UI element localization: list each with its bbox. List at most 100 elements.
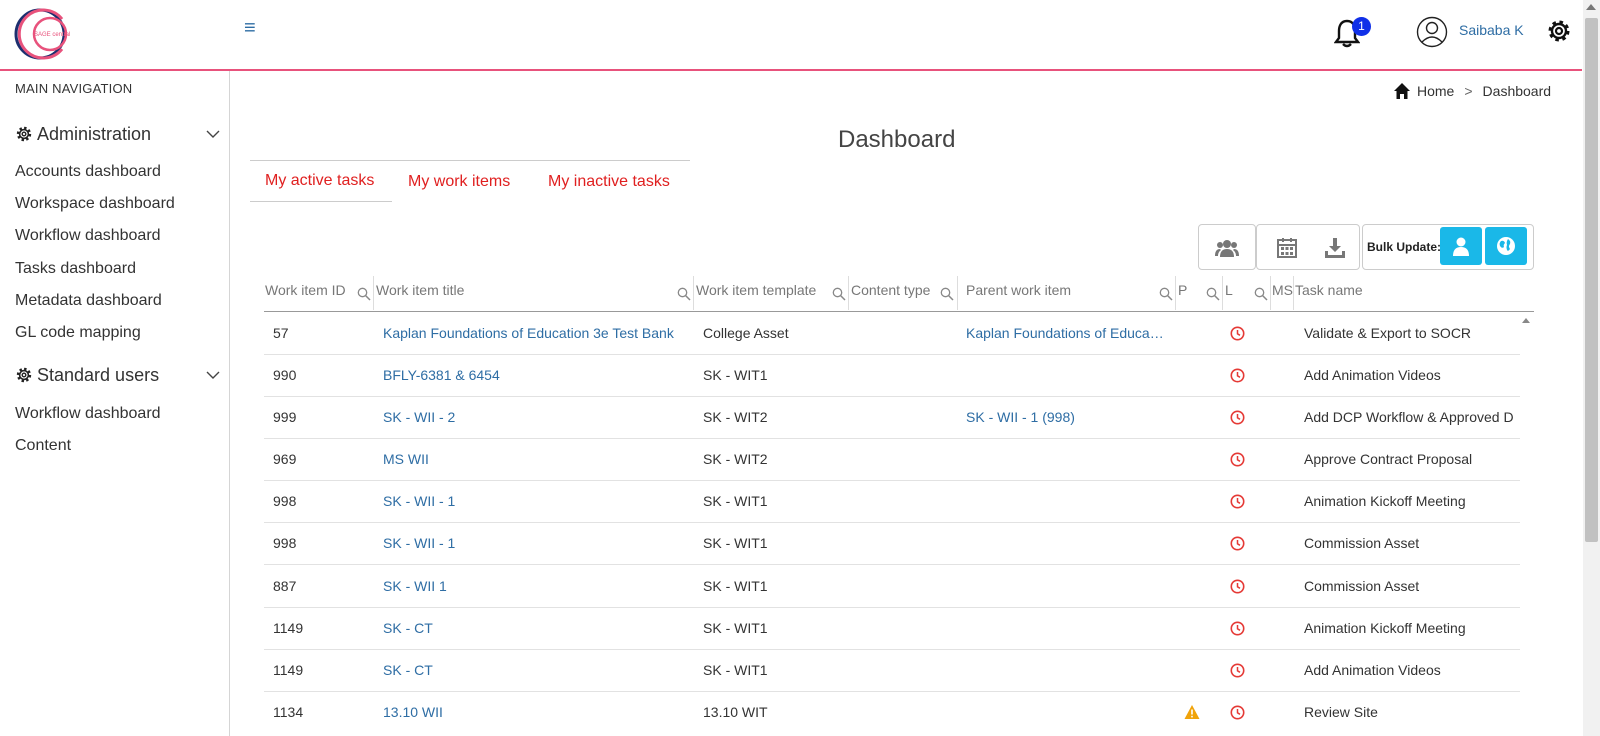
cell-work-item-id: 887: [273, 578, 297, 594]
cell-work-item-title[interactable]: SK - WII 1: [383, 578, 447, 594]
cell-work-item-title[interactable]: SK - WII - 2: [383, 409, 455, 425]
table-row[interactable]: 1149 SK - CT SK - WIT1 Animation Kickoff…: [264, 608, 1520, 650]
cell-work-item-template: SK - WIT1: [703, 535, 768, 551]
clock-icon: [1230, 705, 1245, 720]
cell-work-item-id: 1149: [273, 620, 304, 636]
cell-parent-work-item[interactable]: Kaplan Foundations of Educa…: [966, 325, 1168, 341]
clock-icon: [1230, 536, 1245, 551]
tab-my-work-items[interactable]: My work items: [408, 161, 510, 202]
search-icon[interactable]: [940, 287, 954, 301]
gear-icon: [16, 367, 32, 383]
search-icon[interactable]: [677, 287, 691, 301]
cell-task-name: Add Animation Videos: [1304, 367, 1441, 383]
column-divider: [1270, 276, 1271, 310]
table-row[interactable]: 1134 13.10 WII 13.10 WIT Review Site: [264, 692, 1520, 734]
col-header-content-type[interactable]: Content type: [851, 282, 930, 298]
search-icon[interactable]: [1254, 287, 1268, 301]
table-row[interactable]: 969 MS WII SK - WIT2 Approve Contract Pr…: [264, 439, 1520, 481]
col-header-task-name[interactable]: Task name: [1295, 282, 1363, 298]
user-avatar-icon[interactable]: [1416, 16, 1448, 48]
warning-icon: [1184, 705, 1200, 719]
cell-work-item-title[interactable]: SK - CT: [383, 662, 433, 678]
settings-gear-icon[interactable]: [1545, 17, 1573, 45]
chevron-down-icon: [206, 130, 220, 138]
cell-work-item-template: SK - WIT2: [703, 451, 768, 467]
cell-parent-work-item[interactable]: SK - WII - 1 (998): [966, 409, 1075, 425]
col-header-p[interactable]: P: [1178, 282, 1187, 298]
cell-work-item-id: 1134: [273, 704, 304, 720]
col-header-ms[interactable]: MS: [1272, 282, 1293, 298]
bulk-globe-button[interactable]: [1485, 227, 1527, 265]
cell-work-item-title[interactable]: SK - CT: [383, 620, 433, 636]
col-header-l[interactable]: L: [1225, 282, 1233, 298]
table-row[interactable]: 998 SK - WII - 1 SK - WIT1 Commission As…: [264, 523, 1520, 565]
nav-group-standard-users[interactable]: Standard users: [15, 362, 220, 388]
tab-my-active-tasks[interactable]: My active tasks: [250, 161, 392, 202]
sage-central-logo[interactable]: SAGE central: [14, 5, 74, 63]
globe-icon: [1497, 237, 1515, 255]
sidebar-item-accounts-dashboard[interactable]: Accounts dashboard: [15, 163, 161, 181]
col-header-parent-work-item[interactable]: Parent work item: [966, 282, 1071, 298]
cell-work-item-title[interactable]: SK - WII - 1: [383, 535, 455, 551]
nav-group-label: Standard users: [37, 364, 160, 385]
sidebar-item-workflow-dashboard-std[interactable]: Workflow dashboard: [15, 405, 161, 423]
table-row[interactable]: 57 Kaplan Foundations of Education 3e Te…: [264, 313, 1520, 355]
date-download-group: [1256, 224, 1360, 270]
home-icon[interactable]: [1393, 82, 1411, 100]
clock-icon: [1230, 579, 1245, 594]
col-header-work-item-title[interactable]: Work item title: [376, 282, 464, 298]
sidebar-item-metadata-dashboard[interactable]: Metadata dashboard: [15, 292, 162, 310]
users-group-icon: [1215, 240, 1239, 257]
cell-work-item-template: SK - WIT2: [703, 409, 768, 425]
user-icon: [1453, 237, 1469, 256]
cell-work-item-template: SK - WIT1: [703, 367, 768, 383]
sidebar-item-gl-code-mapping[interactable]: GL code mapping: [15, 324, 141, 342]
search-icon[interactable]: [832, 287, 846, 301]
table-row[interactable]: 998 SK - WII - 1 SK - WIT1 Animation Kic…: [264, 481, 1520, 523]
cell-task-name: Add Animation Videos: [1304, 662, 1441, 678]
sidebar-item-workflow-dashboard[interactable]: Workflow dashboard: [15, 227, 161, 245]
search-icon[interactable]: [357, 287, 371, 301]
username-link[interactable]: Saibaba K: [1459, 22, 1524, 38]
cell-task-name: Animation Kickoff Meeting: [1304, 493, 1466, 509]
table-row[interactable]: 999 SK - WII - 2 SK - WIT2 SK - WII - 1 …: [264, 397, 1520, 439]
cell-work-item-template: SK - WIT1: [703, 620, 768, 636]
task-tabs: My active tasks My work items My inactiv…: [250, 160, 690, 202]
cell-work-item-title[interactable]: SK - WII - 1: [383, 493, 455, 509]
sidebar-item-tasks-dashboard[interactable]: Tasks dashboard: [15, 260, 136, 278]
calendar-icon[interactable]: [1275, 236, 1299, 260]
download-icon[interactable]: [1323, 236, 1347, 260]
search-icon[interactable]: [1206, 287, 1220, 301]
bulk-assign-user-button[interactable]: [1440, 227, 1482, 265]
column-divider: [373, 276, 374, 310]
cell-work-item-template: SK - WIT1: [703, 493, 768, 509]
col-header-work-item-id[interactable]: Work item ID: [265, 282, 346, 298]
sidebar-item-content[interactable]: Content: [15, 437, 71, 455]
scroll-up-arrow[interactable]: [1586, 4, 1596, 10]
sidebar: MAIN NAVIGATION Administration Accounts …: [0, 71, 230, 736]
cell-work-item-template: SK - WIT1: [703, 578, 768, 594]
clock-icon: [1230, 663, 1245, 678]
col-header-work-item-template[interactable]: Work item template: [696, 282, 816, 298]
nav-group-administration[interactable]: Administration: [15, 121, 220, 147]
cell-work-item-id: 990: [273, 367, 297, 383]
cell-work-item-title[interactable]: 13.10 WII: [383, 704, 443, 720]
cell-work-item-title[interactable]: Kaplan Foundations of Education 3e Test …: [383, 325, 674, 341]
table-scroll-up-arrow[interactable]: [1522, 318, 1530, 323]
cell-work-item-title[interactable]: BFLY-6381 & 6454: [383, 367, 500, 383]
search-icon[interactable]: [1159, 287, 1173, 301]
tab-my-inactive-tasks[interactable]: My inactive tasks: [548, 161, 670, 202]
table-row[interactable]: 887 SK - WII 1 SK - WIT1 Commission Asse…: [264, 566, 1520, 608]
sidebar-item-workspace-dashboard[interactable]: Workspace dashboard: [15, 195, 175, 213]
cell-work-item-title[interactable]: MS WII: [383, 451, 429, 467]
cell-work-item-template: College Asset: [703, 325, 789, 341]
breadcrumb-current: Dashboard: [1482, 83, 1552, 99]
cell-task-name: Commission Asset: [1304, 535, 1420, 551]
menu-toggle-icon[interactable]: ≡: [244, 18, 256, 38]
table-row[interactable]: 990 BFLY-6381 & 6454 SK - WIT1 Add Anima…: [264, 355, 1520, 397]
breadcrumb-home[interactable]: Home: [1417, 83, 1454, 99]
scrollbar-thumb[interactable]: [1585, 18, 1598, 542]
table-row[interactable]: 1149 SK - CT SK - WIT1 Add Animation Vid…: [264, 650, 1520, 692]
group-users-button[interactable]: [1198, 224, 1256, 270]
top-header: SAGE central ≡ 1 Saibaba K: [0, 0, 1582, 71]
